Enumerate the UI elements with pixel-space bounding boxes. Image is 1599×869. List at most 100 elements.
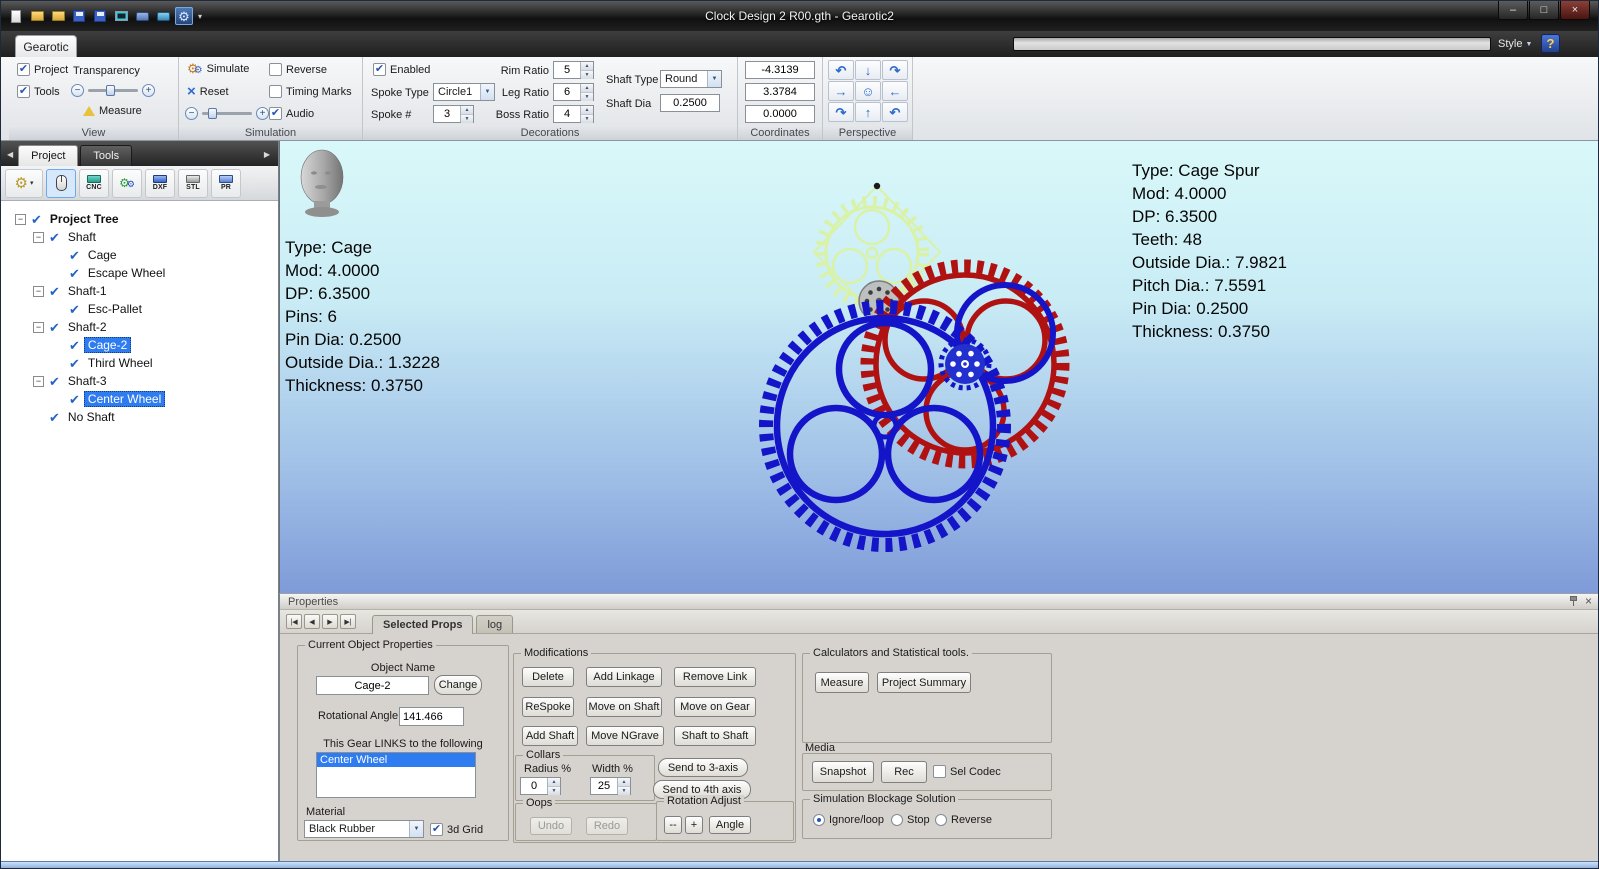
pr-export-button[interactable]: PR <box>211 169 241 198</box>
pointer-tool-button[interactable] <box>46 169 76 198</box>
spoke-count-input[interactable] <box>434 106 460 122</box>
move-on-gear-button[interactable]: Move on Gear <box>674 697 756 717</box>
collapse-icon[interactable]: − <box>33 322 44 333</box>
slider-groove[interactable] <box>88 89 138 92</box>
boss-ratio-input[interactable] <box>554 106 580 122</box>
minimize-button[interactable]: – <box>1498 1 1528 20</box>
leg-ratio-spinner[interactable]: ▲▼ <box>553 83 594 101</box>
spoke-type-combo[interactable]: Circle1 ▼ <box>433 83 495 101</box>
pan-left-button[interactable]: ← <box>882 81 908 101</box>
collar-radius-spinner[interactable]: ▲▼ <box>520 777 561 795</box>
maximize-button[interactable]: □ <box>1529 1 1559 20</box>
rec-button[interactable]: Rec <box>881 761 927 783</box>
list-item-center-wheel[interactable]: Center Wheel <box>317 753 475 767</box>
tree-item-shaft-3[interactable]: − ✔ Shaft-3 <box>1 372 278 390</box>
spinner-arrows[interactable]: ▲▼ <box>547 778 560 794</box>
spinner-arrows[interactable]: ▲▼ <box>580 84 593 100</box>
rim-ratio-input[interactable] <box>554 62 580 78</box>
tree-item-center-wheel[interactable]: ✔ Center Wheel <box>1 390 278 408</box>
gear-pair-button[interactable]: ⚙⚙ <box>112 169 142 198</box>
coordinate-x-field[interactable] <box>745 61 815 79</box>
send-to-3-axis-button[interactable]: Send to 3-axis <box>658 758 748 777</box>
rotate-down-button[interactable]: ↓ <box>855 60 881 80</box>
reset-view-button[interactable]: ☺ <box>855 81 881 101</box>
display-icon[interactable] <box>112 7 130 25</box>
style-dropdown[interactable]: Style ▼ <box>1498 38 1532 50</box>
collar-radius-input[interactable] <box>521 778 547 794</box>
shaft-type-combo[interactable]: Round ▼ <box>660 70 722 88</box>
slider-thumb[interactable] <box>208 108 217 119</box>
move-on-shaft-button[interactable]: Move on Shaft <box>586 697 662 717</box>
tilt-left-button[interactable]: ↶ <box>828 60 854 80</box>
save-all-icon[interactable] <box>91 7 109 25</box>
object-name-input[interactable] <box>316 676 429 695</box>
tab-log[interactable]: log <box>476 615 513 633</box>
change-button[interactable]: Change <box>434 675 482 695</box>
spinner-arrows[interactable]: ▲▼ <box>460 106 473 122</box>
slider-groove[interactable] <box>202 112 252 115</box>
spinner-arrows[interactable]: ▲▼ <box>580 106 593 122</box>
open-project-icon[interactable] <box>49 7 67 25</box>
tree-item-third-wheel[interactable]: ✔ Third Wheel <box>1 354 278 372</box>
tree-item-shaft-2[interactable]: − ✔ Shaft-2 <box>1 318 278 336</box>
tree-item-cage-2[interactable]: ✔ Cage-2 <box>1 336 278 354</box>
stl-export-button[interactable]: STL <box>178 169 208 198</box>
enabled-checkbox[interactable]: ✔ Enabled <box>373 63 430 76</box>
simulation-speed-slider[interactable]: − + <box>185 107 269 120</box>
add-shaft-button[interactable]: Add Shaft <box>522 726 578 746</box>
boss-ratio-spinner[interactable]: ▲▼ <box>553 105 594 123</box>
audio-checkbox[interactable]: ✔ Audio <box>269 107 314 120</box>
properties-header[interactable]: Properties × <box>280 594 1598 610</box>
shaft-to-shaft-button[interactable]: Shaft to Shaft <box>674 726 756 746</box>
toolbar-options-caret-icon[interactable]: ▾ <box>198 12 202 21</box>
roll-left-button[interactable]: ↶ <box>882 102 908 122</box>
tree-item-shaft[interactable]: − ✔ Shaft <box>1 228 278 246</box>
tab-gearotic[interactable]: Gearotic <box>15 35 77 57</box>
spinner-arrows[interactable]: ▲▼ <box>580 62 593 78</box>
nav-next-button[interactable]: ▶ <box>322 614 338 629</box>
leg-ratio-input[interactable] <box>554 84 580 100</box>
tab-selected-props[interactable]: Selected Props <box>372 615 473 634</box>
tab-project[interactable]: Project <box>18 145 78 166</box>
close-panel-icon[interactable]: × <box>1585 595 1592 607</box>
slider-plus-icon[interactable]: + <box>256 107 269 120</box>
spoke-count-spinner[interactable]: ▲▼ <box>433 105 474 123</box>
tree-item-cage[interactable]: ✔ Cage <box>1 246 278 264</box>
sel-codec-checkbox[interactable]: ✔ Sel Codec <box>933 765 1001 778</box>
undo-button[interactable]: Undo <box>530 817 572 835</box>
redo-button[interactable]: Redo <box>586 817 628 835</box>
collapse-icon[interactable]: − <box>15 214 26 225</box>
collapse-icon[interactable]: − <box>33 376 44 387</box>
tab-tools[interactable]: Tools <box>80 145 132 166</box>
measure-tool-button[interactable]: Measure <box>815 672 869 693</box>
rotation-minus-button[interactable]: -- <box>664 816 682 834</box>
measure-button[interactable]: Measure <box>83 105 142 117</box>
respoke-button[interactable]: ReSpoke <box>522 697 574 717</box>
nav-prev-button[interactable]: ◀ <box>304 614 320 629</box>
rotation-plus-button[interactable]: + <box>685 816 703 834</box>
snapshot-button[interactable]: Snapshot <box>812 761 874 783</box>
remove-link-button[interactable]: Remove Link <box>674 667 756 687</box>
project-summary-button[interactable]: Project Summary <box>877 672 971 693</box>
add-linkage-button[interactable]: Add Linkage <box>586 667 662 687</box>
settings-gear-icon[interactable]: ⚙ <box>175 7 193 25</box>
tools-checkbox[interactable]: ✔ Tools <box>17 85 60 98</box>
stop-radio[interactable]: Stop <box>891 814 930 826</box>
reset-button[interactable]: × Reset <box>187 84 229 99</box>
delete-button[interactable]: Delete <box>522 667 574 687</box>
slider-thumb[interactable] <box>106 85 115 96</box>
slider-minus-icon[interactable]: − <box>185 107 198 120</box>
save-icon[interactable] <box>70 7 88 25</box>
nav-last-button[interactable]: ▶| <box>340 614 356 629</box>
dxf-export-button[interactable]: DXF <box>145 169 175 198</box>
pin-icon[interactable] <box>1570 596 1577 606</box>
gear-menu-button[interactable]: ⚙ ▾ <box>5 169 43 198</box>
spinner-arrows[interactable]: ▲▼ <box>617 778 630 794</box>
cnc-export-button[interactable]: CNC <box>79 169 109 198</box>
scroll-right-icon[interactable]: ▶ <box>264 150 270 159</box>
video-camera-icon[interactable] <box>154 7 172 25</box>
roll-right-button[interactable]: ↷ <box>828 102 854 122</box>
collapse-icon[interactable]: − <box>33 232 44 243</box>
3d-grid-checkbox[interactable]: ✔ 3d Grid <box>430 823 483 836</box>
slider-minus-icon[interactable]: − <box>71 84 84 97</box>
